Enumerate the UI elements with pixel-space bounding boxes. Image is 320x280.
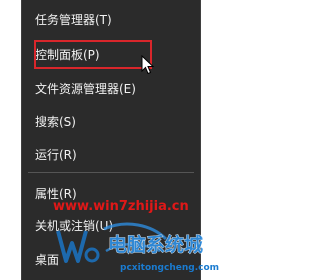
- watermark-domain: pcxitongcheng.com: [120, 263, 220, 273]
- watermark-logo-text: 电脑系统城: [108, 233, 203, 256]
- control-panel-highlight-box: [34, 40, 152, 69]
- watermark-url: www.win7zhijia.cn: [53, 199, 189, 214]
- menu-item-file-explorer[interactable]: 文件资源管理器(E): [22, 74, 200, 104]
- menu-item-run[interactable]: 运行(R): [22, 140, 200, 170]
- menu-item-task-manager[interactable]: 任务管理器(T): [22, 5, 200, 35]
- screenshot: 任务管理器(T) 控制面板(P) 文件资源管理器(E) 搜索(S) 运行(R) …: [0, 0, 243, 280]
- mouse-pointer-icon: [141, 55, 155, 75]
- menu-separator: [28, 172, 194, 173]
- menu-item-search[interactable]: 搜索(S): [22, 107, 200, 137]
